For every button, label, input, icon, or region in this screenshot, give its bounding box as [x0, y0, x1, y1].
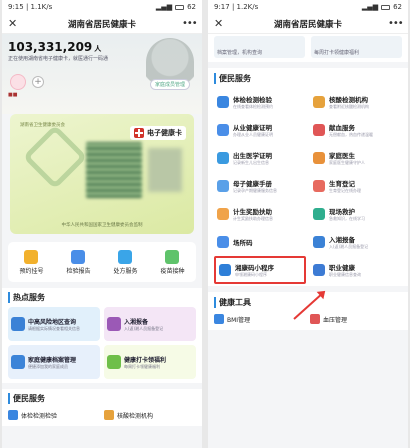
add-member-button[interactable]: + — [32, 76, 44, 88]
card-org: 湖南省卫生健康委员会 — [20, 123, 65, 128]
hot-item-risk-query[interactable]: 中高风险地区查询 请根据实际情况查看相关信息 — [8, 307, 100, 341]
quick-actions: 预约挂号 检验报告 处方服务 疫苗接种 — [8, 242, 196, 282]
close-icon[interactable]: ✕ — [214, 17, 228, 30]
svc-physical-exam[interactable]: 体检检测检验 — [8, 408, 100, 422]
battery-icon — [381, 4, 391, 10]
convenience-title: 便民服务 — [8, 393, 196, 404]
blood-drop-icon — [313, 124, 325, 136]
registration-icon — [313, 180, 325, 192]
svc-venue-code[interactable]: 场所码 — [214, 228, 306, 256]
tile-archive[interactable]: 档案管理，机构查询 — [214, 36, 305, 58]
card-ministry: 中华人民共和国国家卫生健康委员会监制 — [61, 223, 143, 228]
hot-item-health-checkin[interactable]: 健康打卡领福利 每周打卡领健康福利 — [104, 345, 196, 379]
battery-level: 62 — [393, 3, 402, 11]
quick-item-lab-report[interactable]: 检验报告 — [66, 249, 91, 275]
document-icon — [107, 317, 121, 331]
baby-icon — [217, 152, 229, 164]
tool-blood-pressure[interactable]: 血压管理 — [310, 312, 402, 326]
quick-item-appointment[interactable]: 预约挂号 — [19, 249, 44, 275]
tile-checkin[interactable]: 每周打卡领健康福利 — [311, 36, 402, 58]
title-bar: ✕ 湖南省居民健康卡 ••• — [2, 14, 202, 34]
svc-xiangkang-code-miniprogram[interactable]: 湘康码小程序 申领湘康码小程序 — [214, 256, 306, 284]
hot-item-family-records[interactable]: 家庭健康档案管理 便捷添加我的家庭成员 — [8, 345, 100, 379]
knot-logo-icon — [22, 124, 88, 190]
svc-birth-registration[interactable]: 生育登记 生育登记在线办理 — [310, 172, 402, 200]
status-bar: 9:15 | 1.1K/s ▂▄▆ 62 — [2, 0, 202, 14]
qr-code-icon — [219, 264, 231, 276]
phone-left: 9:15 | 1.1K/s ▂▄▆ 62 ✕ 湖南省居民健康卡 ••• 103,3… — [2, 0, 202, 448]
syringe-icon — [165, 249, 180, 264]
doctor-icon — [313, 152, 325, 164]
page-title: 湖南省居民健康卡 — [273, 19, 342, 30]
prescription-icon — [118, 249, 133, 264]
screenshot-pair: 9:15 | 1.1K/s ▂▄▆ 62 ✕ 湖南省居民健康卡 ••• 103,3… — [0, 0, 410, 448]
battery-level: 62 — [187, 3, 196, 11]
health-card[interactable]: 湖南省卫生健康委员会 电子健康卡 中华人民共和国国家卫生健康委员会监制 — [10, 114, 194, 234]
phone-right: 9:17 | 1.2K/s ▂▄▆ 62 ✕ 湖南省居民健康卡 ••• 档案管理，… — [208, 0, 408, 448]
svc-nucleic-test[interactable]: 核酸检测机构 查看附近核酸检测机构 — [310, 88, 402, 116]
hot-services: 热点服务 中高风险地区查询 请根据实际情况查看相关信息 入湘报备 入(返)湘人员报备… — [2, 288, 202, 383]
convenience-title: 便民服务 — [214, 73, 402, 84]
signal-icon: ▂▄▆ — [155, 3, 173, 11]
qr-code[interactable] — [86, 142, 142, 198]
checkup-icon — [217, 96, 229, 108]
report-icon — [71, 249, 86, 264]
status-bar: 9:17 | 1.2K/s ▂▄▆ 62 — [208, 0, 408, 14]
test-tube-icon — [104, 410, 114, 420]
hot-item-entry-report[interactable]: 入湘报备 入(返)湘人员报备登记 — [104, 307, 196, 341]
more-icon[interactable]: ••• — [182, 18, 198, 29]
convenience-services: 便民服务 体检检测检验 在线查看体检检测预约 核酸检测机构 查看附近核酸检测机构 从… — [208, 68, 408, 286]
avatar-name: ■■ — [8, 92, 18, 98]
card-photo — [148, 148, 182, 192]
svc-work-health-cert[interactable]: 从业健康证明 办理从业人员健康证明 — [214, 116, 306, 144]
certificate-icon — [217, 124, 229, 136]
top-tiles: 档案管理，机构查询 每周打卡领健康福利 — [208, 34, 408, 62]
page-title: 湖南省居民健康卡 — [67, 19, 136, 30]
svc-blood-donation[interactable]: 献血服务 无偿献血，热血传递温暖 — [310, 116, 402, 144]
status-time: 9:17 — [214, 3, 230, 11]
handbook-icon — [217, 180, 229, 192]
network-speed: 1.2K/s — [236, 3, 259, 11]
quick-item-prescription[interactable]: 处方服务 — [113, 249, 138, 275]
svc-first-aid[interactable]: 现场救护 急救知识，在线学习 — [310, 200, 402, 228]
tool-bmi[interactable]: BMI管理 — [214, 312, 306, 326]
svc-maternal-handbook[interactable]: 母子健康手册 记录孕产期健康服务信息 — [214, 172, 306, 200]
checkup-icon — [8, 410, 18, 420]
first-aid-icon — [313, 208, 325, 220]
svc-family-doctor[interactable]: 家庭医生 家庭医生健康守护人 — [310, 144, 402, 172]
svc-birth-cert[interactable]: 出生医学证明 记录新生儿出生信息 — [214, 144, 306, 172]
document-icon — [313, 236, 325, 248]
reward-icon — [217, 208, 229, 220]
battery-icon — [175, 4, 185, 10]
svc-nucleic-test[interactable]: 核酸检测机构 — [104, 408, 196, 422]
network-speed: 1.1K/s — [30, 3, 53, 11]
worker-icon — [313, 264, 325, 276]
svc-entry-report[interactable]: 入湘报备 入(返)湘人员报备登记 — [310, 228, 402, 256]
status-time: 9:15 — [8, 3, 24, 11]
running-icon — [107, 355, 121, 369]
heart-icon — [310, 314, 320, 324]
avatar[interactable] — [10, 74, 26, 90]
test-tube-icon — [313, 96, 325, 108]
svc-occupational-health[interactable]: 职业健康 职业健康信息查询 — [310, 256, 402, 284]
family-icon — [11, 355, 25, 369]
signal-icon: ▂▄▆ — [361, 3, 379, 11]
map-icon — [11, 317, 25, 331]
hero-banner: 103,331,209 人 正在使用湖南省电子健康卡，就医通行一码通 ■■ + 家… — [2, 34, 202, 114]
location-code-icon — [217, 236, 229, 248]
close-icon[interactable]: ✕ — [8, 17, 22, 30]
quick-item-vaccine[interactable]: 疫苗接种 — [160, 249, 185, 275]
convenience-services: 便民服务 体检检测检验 核酸检测机构 — [2, 389, 202, 426]
card-badge: 电子健康卡 — [130, 126, 186, 140]
calendar-icon — [24, 249, 39, 264]
svc-physical-exam[interactable]: 体检检测检验 在线查看体检检测预约 — [214, 88, 306, 116]
family-management-button[interactable]: 家庭成员管理 — [149, 79, 190, 90]
svc-family-planning-aid[interactable]: 计生奖励扶助 计生奖励扶助办理信息 — [214, 200, 306, 228]
hot-services-title: 热点服务 — [8, 292, 196, 303]
scale-icon — [214, 314, 224, 324]
red-cross-icon — [134, 128, 144, 138]
title-bar: ✕ 湖南省居民健康卡 ••• — [208, 14, 408, 34]
more-icon[interactable]: ••• — [388, 18, 404, 29]
health-tools: 健康工具 BMI管理 血压管理 — [208, 292, 408, 330]
